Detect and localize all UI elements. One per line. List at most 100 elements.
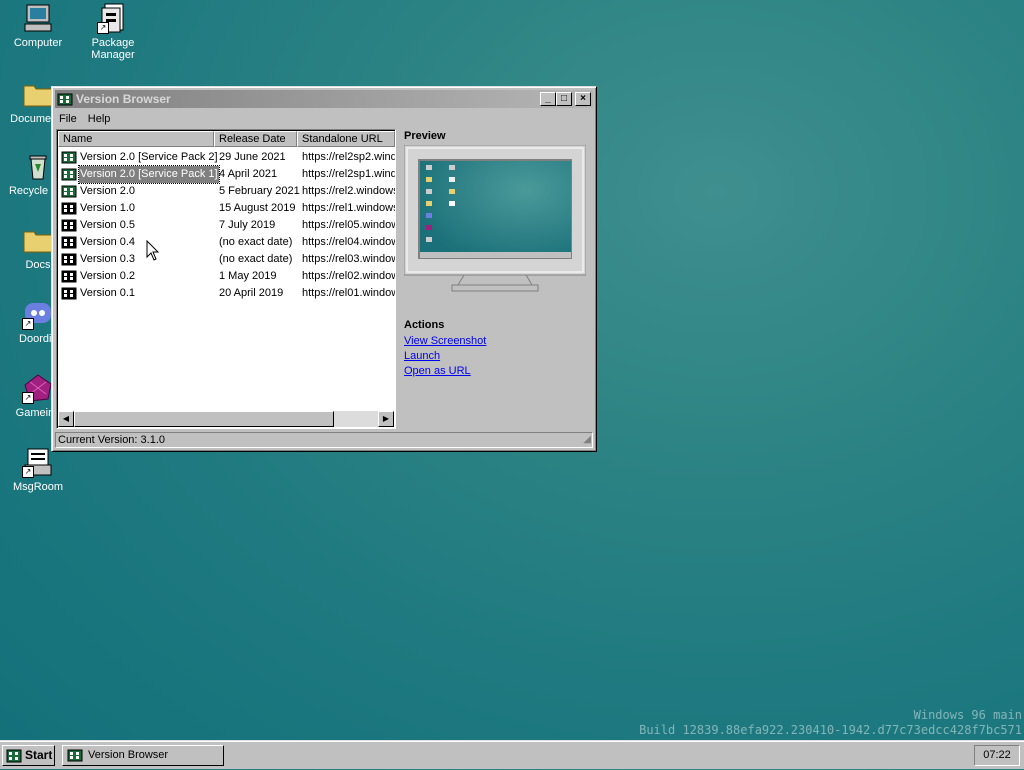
menu-file[interactable]: File: [55, 110, 81, 128]
mouse-cursor-icon: [146, 240, 160, 261]
desktop-icon-computer[interactable]: Computer: [1, 2, 75, 49]
row-name: Version 0.3: [80, 253, 136, 265]
film-version-icon: [61, 252, 77, 267]
row-name: Version 1.0: [80, 202, 136, 214]
open-as-url-link[interactable]: Open as URL: [404, 364, 486, 379]
desktop-icon-msgroom[interactable]: ↗ MsgRoom: [1, 446, 75, 493]
shortcut-arrow-icon: ↗: [97, 22, 109, 34]
minimize-button[interactable]: _: [540, 92, 556, 106]
build-watermark-line1: Windows 96 main: [913, 708, 1022, 722]
version-row[interactable]: Version 0.1 20 April 2019 https://rel01.wi…: [59, 285, 395, 302]
folder-icon: [22, 78, 54, 110]
row-name: Version 2.0 [Service Pack 1]: [78, 165, 220, 184]
version-row[interactable]: Version 2.0 [Service Pack 1] 4 April 2021…: [59, 165, 395, 184]
row-release-date: (no exact date): [219, 236, 293, 248]
row-release-date: 15 August 2019: [219, 202, 296, 214]
version-row[interactable]: Version 2.0 [Service Pack 2] 29 June 2021…: [59, 149, 395, 166]
maximize-button[interactable]: □: [556, 92, 572, 106]
row-release-date: 20 April 2019: [219, 287, 284, 299]
scroll-thumb[interactable]: [74, 411, 334, 427]
film-app-icon: [67, 748, 83, 770]
start-label: Start: [25, 748, 53, 762]
desktop-icon-label: Computer: [13, 37, 63, 49]
row-release-date: 1 May 2019: [219, 270, 277, 282]
status-bar: Current Version: 3.1.0 ◢: [55, 432, 593, 448]
clock: 07:22: [974, 745, 1020, 766]
row-url: https://rel1.windows96.net: [302, 202, 395, 214]
row-name: Version 0.5: [80, 219, 136, 231]
row-url: https://rel2sp1.windows96.net: [302, 168, 395, 180]
version-list[interactable]: Name Release Date Standalone URL Version…: [56, 129, 396, 429]
row-url: https://rel03.windows96.net: [302, 253, 395, 265]
package-manager-icon: ↗: [97, 2, 129, 34]
recycle-bin-icon: [22, 150, 54, 182]
version-row[interactable]: Version 0.4 (no exact date) https://rel04.…: [59, 234, 395, 251]
row-name: Version 2.0 [Service Pack 2]: [80, 151, 218, 163]
taskbar: Start Version Browser 07:22: [0, 740, 1024, 769]
row-release-date: (no exact date): [219, 253, 293, 265]
row-release-date: 5 February 2021: [219, 185, 300, 197]
title-bar[interactable]: Version Browser _ □ ×: [55, 90, 593, 108]
details-pane: Preview Actions View Screenshot Launch O…: [402, 129, 592, 427]
row-release-date: 4 April 2021: [219, 168, 278, 180]
folder-icon: [22, 224, 54, 256]
row-name: Version 0.4: [80, 236, 136, 248]
film-version-icon: [61, 167, 77, 182]
film-version-icon: [61, 218, 77, 233]
shortcut-arrow-icon: ↗: [22, 392, 34, 404]
row-url: https://rel2sp2.windows96.net: [302, 151, 395, 163]
row-name: Version 0.2: [80, 270, 136, 282]
row-release-date: 7 July 2019: [219, 219, 276, 231]
taskbar-item-label: Version Browser: [88, 749, 169, 761]
film-app-icon: [57, 91, 73, 107]
version-row[interactable]: Version 0.5 7 July 2019 https://rel05.wind…: [59, 217, 395, 234]
film-version-icon: [61, 150, 77, 165]
row-url: https://rel02.windows96.net: [302, 270, 395, 282]
scroll-right-button[interactable]: ▶: [378, 411, 394, 427]
actions-heading: Actions: [404, 319, 445, 331]
game-icon: ↗: [22, 372, 54, 404]
current-version-text: Current Version: 3.1.0: [58, 434, 166, 446]
column-header-standalone-url[interactable]: Standalone URL: [297, 131, 395, 147]
shortcut-arrow-icon: ↗: [22, 466, 34, 478]
film-version-icon: [61, 235, 77, 250]
version-row[interactable]: Version 0.2 1 May 2019 https://rel02.windo…: [59, 268, 395, 285]
version-row[interactable]: Version 1.0 15 August 2019 https://rel1.wi…: [59, 200, 395, 217]
version-row[interactable]: Version 2.0 5 February 2021 https://rel2.w…: [59, 183, 395, 200]
desktop-icon-package-manager[interactable]: ↗ Package Manager: [76, 2, 150, 61]
computer-icon: [22, 2, 54, 34]
start-button[interactable]: Start: [2, 745, 55, 766]
window-title: Version Browser: [76, 92, 171, 106]
msgroom-icon: ↗: [22, 446, 54, 478]
row-url: https://rel05.windows96.net: [302, 219, 395, 231]
taskbar-item-version-browser[interactable]: Version Browser: [62, 745, 224, 766]
resize-grip-icon[interactable]: ◢: [583, 433, 591, 447]
film-version-icon: [61, 269, 77, 284]
film-version-icon: [61, 201, 77, 216]
desktop-icon-label: MsgRoom: [12, 481, 64, 493]
monitor-preview-icon: [403, 144, 587, 292]
film-version-icon: [61, 184, 77, 199]
build-watermark-line2: Build 12839.88efa922.230410-1942.d77c73e…: [639, 723, 1022, 737]
film-version-icon: [61, 286, 77, 301]
row-url: https://rel2.windows96.net: [302, 185, 395, 197]
close-button[interactable]: ×: [575, 92, 591, 106]
desktop-icon-label: Package Manager: [91, 37, 135, 61]
preview-monitor: [403, 144, 587, 307]
row-name: Version 0.1: [80, 287, 136, 299]
menu-help[interactable]: Help: [84, 110, 115, 128]
chat-app-icon: ↗: [22, 298, 54, 330]
version-browser-window: Version Browser _ □ × File Help Name Rel…: [51, 86, 597, 452]
column-header-release-date[interactable]: Release Date: [214, 131, 297, 147]
view-screenshot-link[interactable]: View Screenshot: [404, 334, 486, 349]
start-logo-icon: [6, 749, 22, 769]
row-url: https://rel04.windows96.net: [302, 236, 395, 248]
row-name: Version 2.0: [80, 185, 136, 197]
launch-link[interactable]: Launch: [404, 349, 486, 364]
menu-bar: File Help: [55, 110, 593, 128]
column-header-name[interactable]: Name: [58, 131, 214, 147]
horizontal-scrollbar[interactable]: ◀ ▶: [58, 411, 394, 427]
scroll-left-button[interactable]: ◀: [58, 411, 74, 427]
version-row[interactable]: Version 0.3 (no exact date) https://rel03.…: [59, 251, 395, 268]
actions-list: View Screenshot Launch Open as URL: [404, 334, 486, 379]
